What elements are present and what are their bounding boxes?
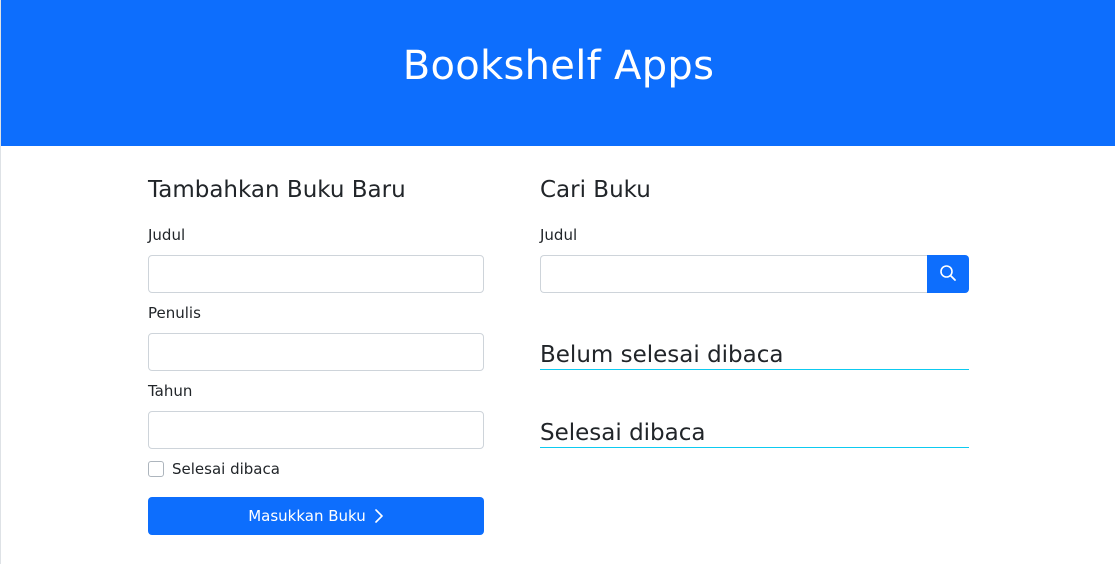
year-field-label: Tahun xyxy=(148,382,193,400)
complete-bookshelf: Selesai dibaca xyxy=(540,419,969,448)
search-bar xyxy=(540,255,969,293)
complete-checkbox[interactable] xyxy=(148,461,164,477)
author-field-label: Penulis xyxy=(148,304,201,322)
chevron-right-icon xyxy=(374,509,384,523)
search-book-heading: Cari Buku xyxy=(540,177,651,203)
title-field-label: Judul xyxy=(148,226,186,244)
search-title-input[interactable] xyxy=(540,255,927,293)
search-icon xyxy=(939,264,957,285)
app-title: Bookshelf Apps xyxy=(402,43,715,89)
app-header: Bookshelf Apps xyxy=(1,0,1115,146)
book-title-input[interactable] xyxy=(148,255,484,293)
book-author-input[interactable] xyxy=(148,333,484,371)
search-button[interactable] xyxy=(927,255,969,293)
incomplete-bookshelf: Belum selesai dibaca xyxy=(540,341,969,370)
complete-checkbox-row: Selesai dibaca xyxy=(148,460,280,478)
add-book-heading: Tambahkan Buku Baru xyxy=(148,177,406,203)
book-year-input[interactable] xyxy=(148,411,484,449)
complete-bookshelf-heading: Selesai dibaca xyxy=(540,420,706,446)
submit-book-label: Masukkan Buku xyxy=(248,507,366,525)
search-title-label: Judul xyxy=(540,226,578,244)
complete-checkbox-label[interactable]: Selesai dibaca xyxy=(172,460,280,478)
submit-book-button[interactable]: Masukkan Buku xyxy=(148,497,484,535)
incomplete-bookshelf-heading: Belum selesai dibaca xyxy=(540,342,784,368)
